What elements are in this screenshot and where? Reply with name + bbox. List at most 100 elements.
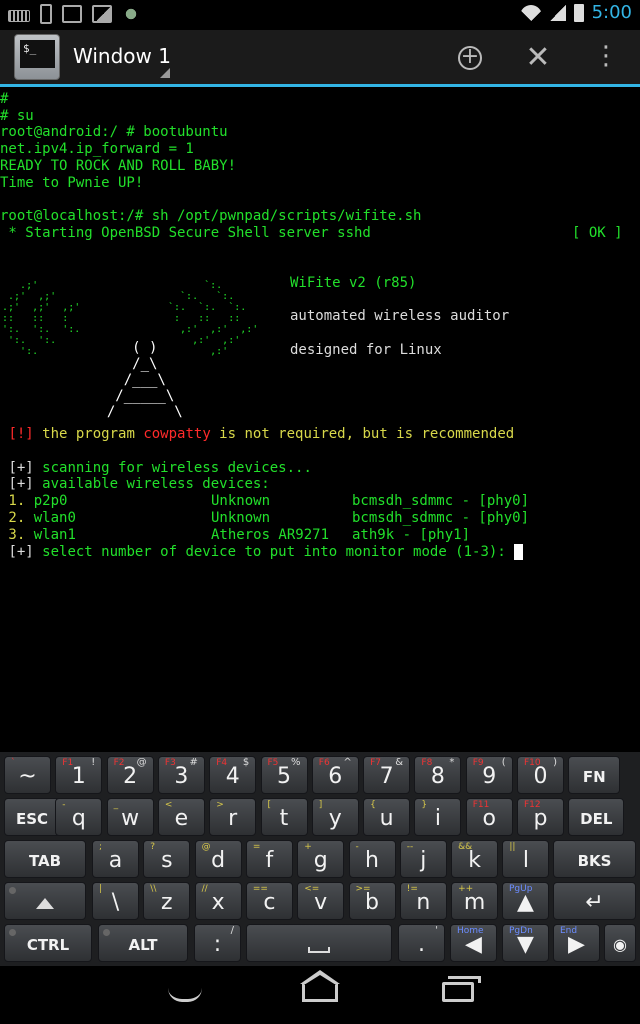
bug-icon xyxy=(122,5,140,23)
key-d[interactable]: @ d xyxy=(194,840,242,878)
key-n[interactable]: != n xyxy=(399,882,447,920)
key-0[interactable]: F10) 0 xyxy=(517,756,564,794)
key-8[interactable]: F8 * 8 xyxy=(414,756,462,794)
terminal-line: Time to Pwnie UP! xyxy=(0,175,144,191)
alt-key[interactable]: ALT xyxy=(98,924,188,962)
notification-icons xyxy=(8,4,140,24)
key-9[interactable]: F9 (9 xyxy=(465,756,513,794)
key-fn[interactable]: FN xyxy=(568,756,621,794)
text-cursor xyxy=(514,544,524,560)
alt-lock-indicator xyxy=(103,929,110,936)
key-7[interactable]: F7 & 7 xyxy=(363,756,411,794)
key-h[interactable]: -h xyxy=(348,840,396,878)
ctrl-key[interactable]: CTRL xyxy=(4,924,92,962)
key-alt-label: @ xyxy=(201,842,211,852)
key-p[interactable]: F12 p xyxy=(517,798,564,836)
key-bks[interactable]: BKS xyxy=(553,840,636,878)
signal-icon xyxy=(549,4,566,21)
key-colon[interactable]: /: xyxy=(194,924,241,962)
key-1[interactable]: F1! 1 xyxy=(55,756,103,794)
key-t[interactable]: [t xyxy=(260,798,308,836)
key-b[interactable]: >= b xyxy=(348,882,396,920)
window-dropdown-icon[interactable] xyxy=(160,68,170,78)
key-period[interactable]: '. xyxy=(398,924,445,962)
key-2[interactable]: F2 @2 xyxy=(106,756,154,794)
key-label: FN xyxy=(582,768,606,786)
back-icon[interactable] xyxy=(168,988,202,1002)
key-i[interactable]: } i xyxy=(414,798,462,836)
status-bar: 5:00 xyxy=(0,0,640,30)
key-x[interactable]: //x xyxy=(194,882,242,920)
warning-bracket: [!] xyxy=(8,426,34,442)
key-l[interactable]: || l xyxy=(502,840,550,878)
home-key[interactable]: Home ◀ xyxy=(450,924,497,962)
system-icons: 5:00 xyxy=(519,2,632,23)
key-3[interactable]: F3 #3 xyxy=(157,756,205,794)
end-key[interactable]: End ▶ xyxy=(553,924,600,962)
key-f[interactable]: = f xyxy=(245,840,293,878)
key-tab[interactable]: TAB xyxy=(4,840,86,878)
page-down-key[interactable]: PgDn ▼ xyxy=(502,924,549,962)
shift-key[interactable] xyxy=(4,882,86,920)
action-bar-divider xyxy=(0,84,640,87)
key-v[interactable]: <= v xyxy=(297,882,345,920)
key-shift-label: / xyxy=(230,925,234,936)
device-interface: wlan0 xyxy=(25,510,76,526)
key-a[interactable]: ; a xyxy=(92,840,139,878)
key-del[interactable]: DEL xyxy=(568,798,625,836)
key-alt-label: ++ xyxy=(458,884,474,894)
key-q[interactable]: -q xyxy=(55,798,103,836)
recent-apps-icon[interactable] xyxy=(442,976,481,1002)
key-o[interactable]: F11 o xyxy=(465,798,513,836)
key-label: . xyxy=(418,932,425,957)
overflow-menu-button[interactable]: ⋮ xyxy=(586,38,626,78)
key-~[interactable]: ` ~ xyxy=(4,756,51,794)
home-icon[interactable] xyxy=(300,970,340,1002)
key-alt-label: } xyxy=(421,800,428,810)
key-alt-label: F1 xyxy=(62,758,74,768)
page-up-key[interactable]: PgUp ▲ xyxy=(502,882,549,920)
key-k[interactable]: && k xyxy=(451,840,499,878)
enter-key[interactable]: ↵ xyxy=(553,882,636,920)
key-s[interactable]: ? s xyxy=(143,840,191,878)
key-5[interactable]: F5% 5 xyxy=(260,756,308,794)
key-r[interactable]: > r xyxy=(209,798,257,836)
key-6[interactable]: F6 ^ 6 xyxy=(311,756,359,794)
key-label: 1 xyxy=(71,764,86,789)
window-title[interactable]: Window 1 xyxy=(73,44,171,68)
key-4[interactable]: F4 $4 xyxy=(209,756,257,794)
warning-text: the program xyxy=(33,426,144,442)
key-label: 5 xyxy=(277,764,291,789)
key-z[interactable]: \\ z xyxy=(143,882,191,920)
available-bracket: [+] xyxy=(8,476,34,492)
key-backslash[interactable]: | \ xyxy=(92,882,139,920)
key-label: ~ xyxy=(18,764,37,789)
battery-icon xyxy=(573,3,584,22)
new-window-button[interactable]: + xyxy=(450,38,490,78)
key-u[interactable]: {u xyxy=(363,798,411,836)
key-w[interactable]: _ w xyxy=(106,798,154,836)
key-g[interactable]: + g xyxy=(297,840,345,878)
key-c[interactable]: == c xyxy=(245,882,293,920)
warning-program: cowpatty xyxy=(143,426,211,442)
key-e[interactable]: < e xyxy=(157,798,205,836)
warning-line: [!] the program cowpatty is not required… xyxy=(0,426,514,442)
key-label: \ xyxy=(111,890,120,915)
ctrl-lock-indicator xyxy=(9,929,16,936)
terminal-app-icon[interactable]: $_ xyxy=(14,34,60,80)
close-icon: ✕ xyxy=(525,40,551,75)
key-alt-label: PgUp xyxy=(509,884,533,894)
space-key[interactable] xyxy=(246,924,392,962)
settings-key[interactable]: ◉ xyxy=(604,924,636,962)
key-y[interactable]: ] y xyxy=(311,798,359,836)
terminal-screen[interactable]: # # su root@android:/ # bootubuntu net.i… xyxy=(0,88,640,752)
wifite-platform: designed for Linux xyxy=(290,342,442,358)
key-alt-label: + xyxy=(304,842,312,852)
scan-line: [+] scanning for wireless devices... xyxy=(0,460,311,476)
close-window-button[interactable]: ✕ xyxy=(518,38,558,78)
key-esc[interactable]: ESC xyxy=(4,798,60,836)
key-shift-label: ! xyxy=(91,757,96,768)
key-m[interactable]: ++ m xyxy=(451,882,499,920)
key-label: s xyxy=(161,848,173,873)
key-j[interactable]: -- j xyxy=(399,840,447,878)
